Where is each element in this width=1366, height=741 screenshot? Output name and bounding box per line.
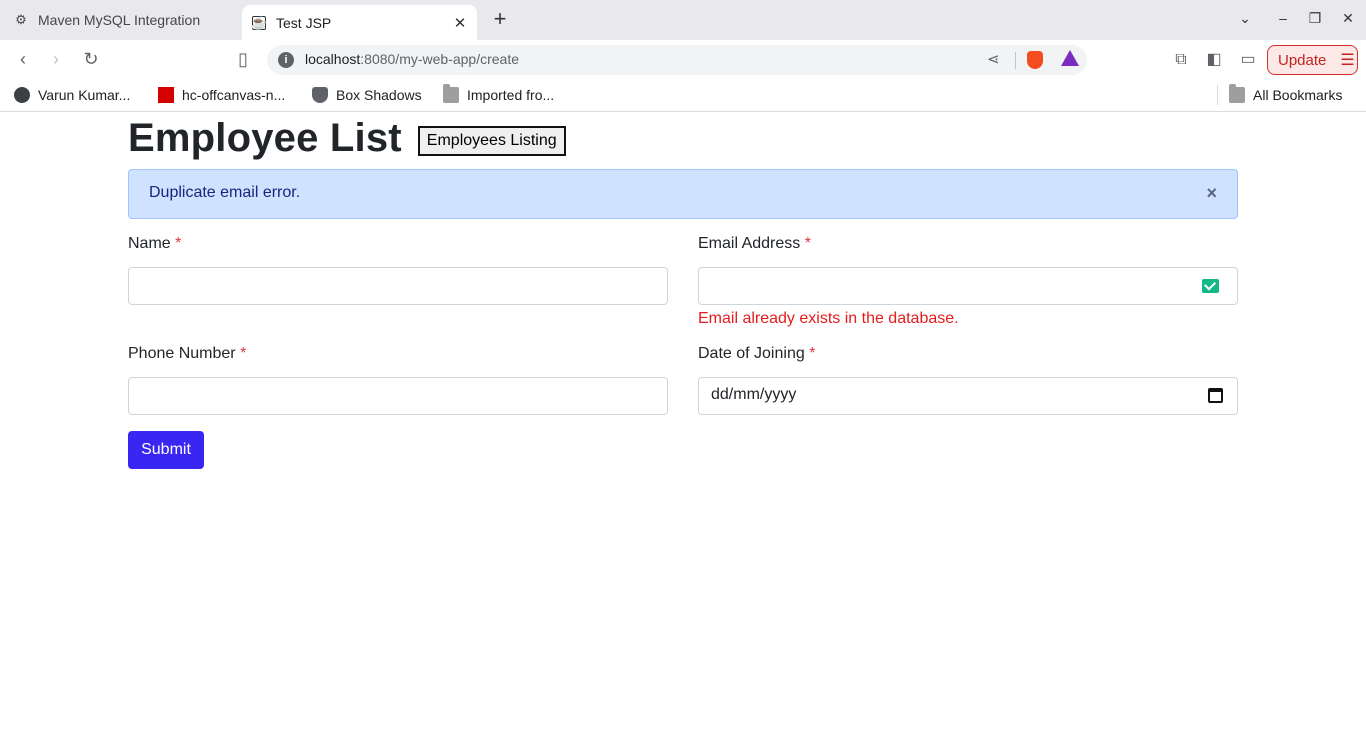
folder-icon (443, 84, 459, 103)
date-placeholder: dd/mm/yyyy (711, 386, 797, 403)
bookmark-hc-offcanvas[interactable]: hc-offcanvas-n... (158, 85, 285, 105)
name-label: Name * (128, 235, 182, 252)
folder-icon (1229, 84, 1245, 103)
bookmark-box-shadows[interactable]: Box Shadows (312, 85, 422, 105)
all-bookmarks[interactable]: All Bookmarks (1229, 84, 1342, 105)
page-title: Employee List (128, 116, 402, 160)
restore-icon[interactable]: ❐ (1305, 10, 1325, 27)
bookmark-varun-kumar[interactable]: Varun Kumar... (14, 85, 130, 105)
npm-icon (158, 87, 174, 103)
name-input[interactable] (128, 267, 668, 305)
bookmarks-bar: Varun Kumar... hc-offcanvas-n... Box Sha… (0, 78, 1366, 112)
url-text[interactable]: localhost:8080/my-web-app/create (305, 51, 519, 67)
calendar-icon[interactable] (1208, 388, 1223, 403)
doj-label: Date of Joining * (698, 345, 816, 362)
reload-icon[interactable]: ↻ (80, 48, 102, 70)
browser-toolbar: ‹ › ↻ ▯ i localhost:8080/my-web-app/crea… (0, 40, 1366, 78)
divider (1015, 52, 1016, 69)
brave-rewards-icon[interactable] (1061, 50, 1079, 66)
update-button[interactable]: Update ☰ (1267, 45, 1358, 75)
wallet-icon[interactable]: ▭ (1238, 50, 1258, 70)
phone-label: Phone Number * (128, 345, 247, 362)
email-autofill-icon[interactable] (1202, 279, 1219, 293)
bookmark-imported[interactable]: Imported fro... (443, 84, 554, 105)
minimize-icon[interactable]: – (1273, 10, 1293, 26)
alert-close-icon[interactable]: × (1206, 183, 1217, 204)
extensions-icon[interactable]: ⧉ (1171, 50, 1191, 70)
tab-strip: ⚙ Maven MySQL Integration ☕ Test JSP ✕ +… (0, 0, 1366, 40)
site-info-icon[interactable]: i (278, 52, 294, 68)
tab-title: Maven MySQL Integration (38, 12, 201, 28)
email-label: Email Address * (698, 235, 811, 252)
close-window-icon[interactable]: ✕ (1338, 10, 1358, 27)
phone-field-group: Phone Number * (128, 345, 668, 415)
back-icon[interactable]: ‹ (12, 48, 34, 70)
employees-listing-button[interactable]: Employees Listing (417, 126, 566, 156)
address-bar[interactable]: i localhost:8080/my-web-app/create ⋖ (267, 45, 1087, 75)
doj-field-group: Date of Joining * dd/mm/yyyy (698, 345, 1238, 415)
new-tab-button[interactable]: + (488, 8, 512, 32)
sidebar-icon[interactable]: ◧ (1204, 50, 1224, 70)
email-field-group: Email Address * Email already exists in … (698, 235, 1238, 328)
tab-search-icon[interactable]: ⌄ (1235, 10, 1255, 27)
brave-shields-icon[interactable] (1027, 51, 1043, 69)
globe-icon (14, 87, 30, 103)
heading-row: Employee List Employees Listing (128, 114, 566, 162)
tab-close-icon[interactable]: ✕ (449, 14, 471, 32)
alert-banner: Duplicate email error. × (128, 169, 1238, 219)
tab-maven-mysql[interactable]: ⚙ Maven MySQL Integration (0, 0, 236, 40)
tab-test-jsp[interactable]: ☕ Test JSP ✕ (242, 5, 477, 40)
email-error-message: Email already exists in the database. (698, 310, 959, 327)
name-field-group: Name * (128, 235, 668, 305)
openai-icon: ⚙ (15, 12, 27, 27)
menu-icon: ☰ (1340, 52, 1355, 69)
date-of-joining-input[interactable]: dd/mm/yyyy (698, 377, 1238, 415)
submit-button[interactable]: Submit (128, 431, 204, 469)
shield-icon (312, 87, 328, 103)
tab-title: Test JSP (276, 14, 332, 31)
phone-input[interactable] (128, 377, 668, 415)
email-input[interactable] (698, 267, 1238, 305)
bookmark-icon[interactable]: ▯ (232, 48, 254, 70)
share-icon[interactable]: ⋖ (987, 50, 1000, 68)
bookmarks-divider (1217, 85, 1218, 105)
alert-message: Duplicate email error. (149, 184, 301, 201)
update-label: Update (1278, 51, 1327, 69)
forward-icon[interactable]: › (45, 48, 67, 70)
java-icon: ☕ (250, 14, 268, 30)
